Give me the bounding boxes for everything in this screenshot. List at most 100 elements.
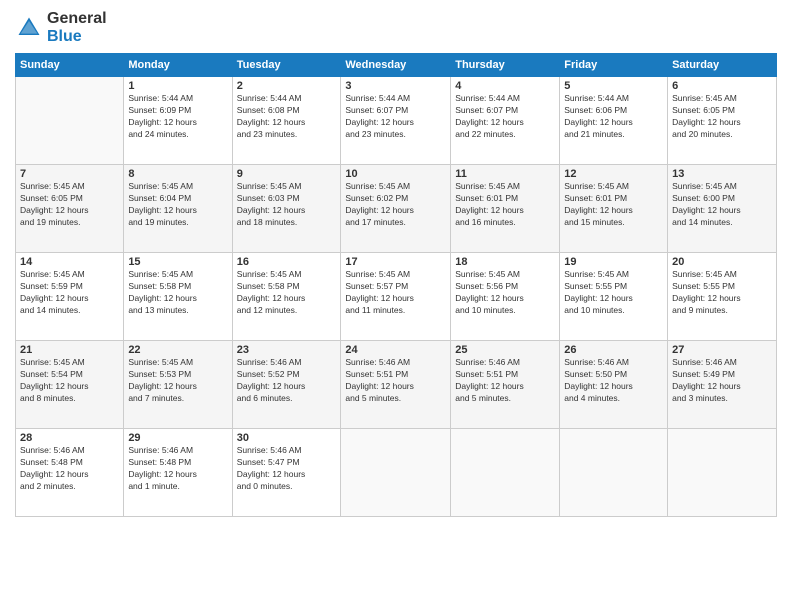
day-info: Sunrise: 5:45 AMSunset: 6:05 PMDaylight:… bbox=[672, 93, 772, 141]
day-number: 28 bbox=[20, 432, 119, 444]
calendar-day-cell: 23Sunrise: 5:46 AMSunset: 5:52 PMDayligh… bbox=[232, 341, 341, 429]
weekday-header: Monday bbox=[124, 54, 232, 77]
day-number: 23 bbox=[237, 344, 337, 356]
calendar-day-cell: 22Sunrise: 5:45 AMSunset: 5:53 PMDayligh… bbox=[124, 341, 232, 429]
calendar-header-row: SundayMondayTuesdayWednesdayThursdayFrid… bbox=[16, 54, 777, 77]
day-info: Sunrise: 5:45 AMSunset: 6:01 PMDaylight:… bbox=[455, 181, 555, 229]
day-info: Sunrise: 5:45 AMSunset: 5:57 PMDaylight:… bbox=[345, 269, 446, 317]
calendar-day-cell: 8Sunrise: 5:45 AMSunset: 6:04 PMDaylight… bbox=[124, 165, 232, 253]
day-info: Sunrise: 5:46 AMSunset: 5:52 PMDaylight:… bbox=[237, 357, 337, 405]
day-info: Sunrise: 5:45 AMSunset: 5:59 PMDaylight:… bbox=[20, 269, 119, 317]
logo-icon bbox=[15, 14, 43, 42]
day-info: Sunrise: 5:45 AMSunset: 5:55 PMDaylight:… bbox=[672, 269, 772, 317]
calendar-day-cell: 24Sunrise: 5:46 AMSunset: 5:51 PMDayligh… bbox=[341, 341, 451, 429]
day-number: 22 bbox=[128, 344, 227, 356]
day-info: Sunrise: 5:45 AMSunset: 6:00 PMDaylight:… bbox=[672, 181, 772, 229]
day-number: 21 bbox=[20, 344, 119, 356]
day-number: 1 bbox=[128, 80, 227, 92]
calendar-day-cell bbox=[451, 429, 560, 517]
calendar-day-cell bbox=[341, 429, 451, 517]
day-info: Sunrise: 5:46 AMSunset: 5:48 PMDaylight:… bbox=[20, 445, 119, 493]
day-number: 3 bbox=[345, 80, 446, 92]
calendar-week-row: 7Sunrise: 5:45 AMSunset: 6:05 PMDaylight… bbox=[16, 165, 777, 253]
day-number: 16 bbox=[237, 256, 337, 268]
calendar-day-cell: 12Sunrise: 5:45 AMSunset: 6:01 PMDayligh… bbox=[560, 165, 668, 253]
calendar-table: SundayMondayTuesdayWednesdayThursdayFrid… bbox=[15, 53, 777, 517]
day-number: 13 bbox=[672, 168, 772, 180]
day-number: 24 bbox=[345, 344, 446, 356]
calendar-day-cell: 2Sunrise: 5:44 AMSunset: 6:08 PMDaylight… bbox=[232, 77, 341, 165]
day-info: Sunrise: 5:46 AMSunset: 5:50 PMDaylight:… bbox=[564, 357, 663, 405]
calendar-day-cell: 29Sunrise: 5:46 AMSunset: 5:48 PMDayligh… bbox=[124, 429, 232, 517]
page: General Blue SundayMondayTuesdayWednesda… bbox=[0, 0, 792, 612]
weekday-header: Saturday bbox=[668, 54, 777, 77]
logo-text: General Blue bbox=[47, 10, 107, 45]
day-number: 29 bbox=[128, 432, 227, 444]
day-number: 14 bbox=[20, 256, 119, 268]
logo: General Blue bbox=[15, 10, 107, 45]
calendar-day-cell: 17Sunrise: 5:45 AMSunset: 5:57 PMDayligh… bbox=[341, 253, 451, 341]
calendar-week-row: 1Sunrise: 5:44 AMSunset: 6:09 PMDaylight… bbox=[16, 77, 777, 165]
day-number: 8 bbox=[128, 168, 227, 180]
day-info: Sunrise: 5:44 AMSunset: 6:06 PMDaylight:… bbox=[564, 93, 663, 141]
calendar-day-cell: 30Sunrise: 5:46 AMSunset: 5:47 PMDayligh… bbox=[232, 429, 341, 517]
day-number: 6 bbox=[672, 80, 772, 92]
day-info: Sunrise: 5:44 AMSunset: 6:08 PMDaylight:… bbox=[237, 93, 337, 141]
day-info: Sunrise: 5:46 AMSunset: 5:48 PMDaylight:… bbox=[128, 445, 227, 493]
day-number: 5 bbox=[564, 80, 663, 92]
day-info: Sunrise: 5:45 AMSunset: 5:55 PMDaylight:… bbox=[564, 269, 663, 317]
day-info: Sunrise: 5:45 AMSunset: 5:58 PMDaylight:… bbox=[128, 269, 227, 317]
calendar-day-cell: 25Sunrise: 5:46 AMSunset: 5:51 PMDayligh… bbox=[451, 341, 560, 429]
day-info: Sunrise: 5:45 AMSunset: 5:58 PMDaylight:… bbox=[237, 269, 337, 317]
calendar-day-cell: 11Sunrise: 5:45 AMSunset: 6:01 PMDayligh… bbox=[451, 165, 560, 253]
calendar-day-cell: 16Sunrise: 5:45 AMSunset: 5:58 PMDayligh… bbox=[232, 253, 341, 341]
day-info: Sunrise: 5:44 AMSunset: 6:09 PMDaylight:… bbox=[128, 93, 227, 141]
calendar-day-cell: 9Sunrise: 5:45 AMSunset: 6:03 PMDaylight… bbox=[232, 165, 341, 253]
day-number: 4 bbox=[455, 80, 555, 92]
weekday-header: Tuesday bbox=[232, 54, 341, 77]
day-number: 12 bbox=[564, 168, 663, 180]
calendar-day-cell: 21Sunrise: 5:45 AMSunset: 5:54 PMDayligh… bbox=[16, 341, 124, 429]
day-info: Sunrise: 5:44 AMSunset: 6:07 PMDaylight:… bbox=[455, 93, 555, 141]
calendar-day-cell: 6Sunrise: 5:45 AMSunset: 6:05 PMDaylight… bbox=[668, 77, 777, 165]
calendar-day-cell: 26Sunrise: 5:46 AMSunset: 5:50 PMDayligh… bbox=[560, 341, 668, 429]
calendar-week-row: 28Sunrise: 5:46 AMSunset: 5:48 PMDayligh… bbox=[16, 429, 777, 517]
calendar-day-cell: 4Sunrise: 5:44 AMSunset: 6:07 PMDaylight… bbox=[451, 77, 560, 165]
day-info: Sunrise: 5:45 AMSunset: 5:53 PMDaylight:… bbox=[128, 357, 227, 405]
calendar-day-cell bbox=[668, 429, 777, 517]
day-number: 27 bbox=[672, 344, 772, 356]
day-number: 19 bbox=[564, 256, 663, 268]
calendar-day-cell: 7Sunrise: 5:45 AMSunset: 6:05 PMDaylight… bbox=[16, 165, 124, 253]
day-number: 9 bbox=[237, 168, 337, 180]
day-number: 25 bbox=[455, 344, 555, 356]
day-info: Sunrise: 5:46 AMSunset: 5:49 PMDaylight:… bbox=[672, 357, 772, 405]
day-info: Sunrise: 5:45 AMSunset: 6:02 PMDaylight:… bbox=[345, 181, 446, 229]
day-number: 26 bbox=[564, 344, 663, 356]
day-number: 7 bbox=[20, 168, 119, 180]
calendar-day-cell: 10Sunrise: 5:45 AMSunset: 6:02 PMDayligh… bbox=[341, 165, 451, 253]
calendar-day-cell bbox=[560, 429, 668, 517]
day-number: 18 bbox=[455, 256, 555, 268]
calendar-day-cell: 19Sunrise: 5:45 AMSunset: 5:55 PMDayligh… bbox=[560, 253, 668, 341]
calendar-day-cell bbox=[16, 77, 124, 165]
day-info: Sunrise: 5:46 AMSunset: 5:51 PMDaylight:… bbox=[455, 357, 555, 405]
day-info: Sunrise: 5:45 AMSunset: 5:54 PMDaylight:… bbox=[20, 357, 119, 405]
weekday-header: Wednesday bbox=[341, 54, 451, 77]
calendar-day-cell: 18Sunrise: 5:45 AMSunset: 5:56 PMDayligh… bbox=[451, 253, 560, 341]
calendar-day-cell: 15Sunrise: 5:45 AMSunset: 5:58 PMDayligh… bbox=[124, 253, 232, 341]
weekday-header: Thursday bbox=[451, 54, 560, 77]
weekday-header: Sunday bbox=[16, 54, 124, 77]
day-info: Sunrise: 5:45 AMSunset: 5:56 PMDaylight:… bbox=[455, 269, 555, 317]
calendar-day-cell: 1Sunrise: 5:44 AMSunset: 6:09 PMDaylight… bbox=[124, 77, 232, 165]
day-number: 20 bbox=[672, 256, 772, 268]
calendar-day-cell: 14Sunrise: 5:45 AMSunset: 5:59 PMDayligh… bbox=[16, 253, 124, 341]
calendar-day-cell: 13Sunrise: 5:45 AMSunset: 6:00 PMDayligh… bbox=[668, 165, 777, 253]
calendar-day-cell: 28Sunrise: 5:46 AMSunset: 5:48 PMDayligh… bbox=[16, 429, 124, 517]
day-number: 17 bbox=[345, 256, 446, 268]
day-info: Sunrise: 5:45 AMSunset: 6:05 PMDaylight:… bbox=[20, 181, 119, 229]
day-number: 2 bbox=[237, 80, 337, 92]
day-info: Sunrise: 5:46 AMSunset: 5:51 PMDaylight:… bbox=[345, 357, 446, 405]
calendar-week-row: 21Sunrise: 5:45 AMSunset: 5:54 PMDayligh… bbox=[16, 341, 777, 429]
day-number: 11 bbox=[455, 168, 555, 180]
calendar-day-cell: 3Sunrise: 5:44 AMSunset: 6:07 PMDaylight… bbox=[341, 77, 451, 165]
